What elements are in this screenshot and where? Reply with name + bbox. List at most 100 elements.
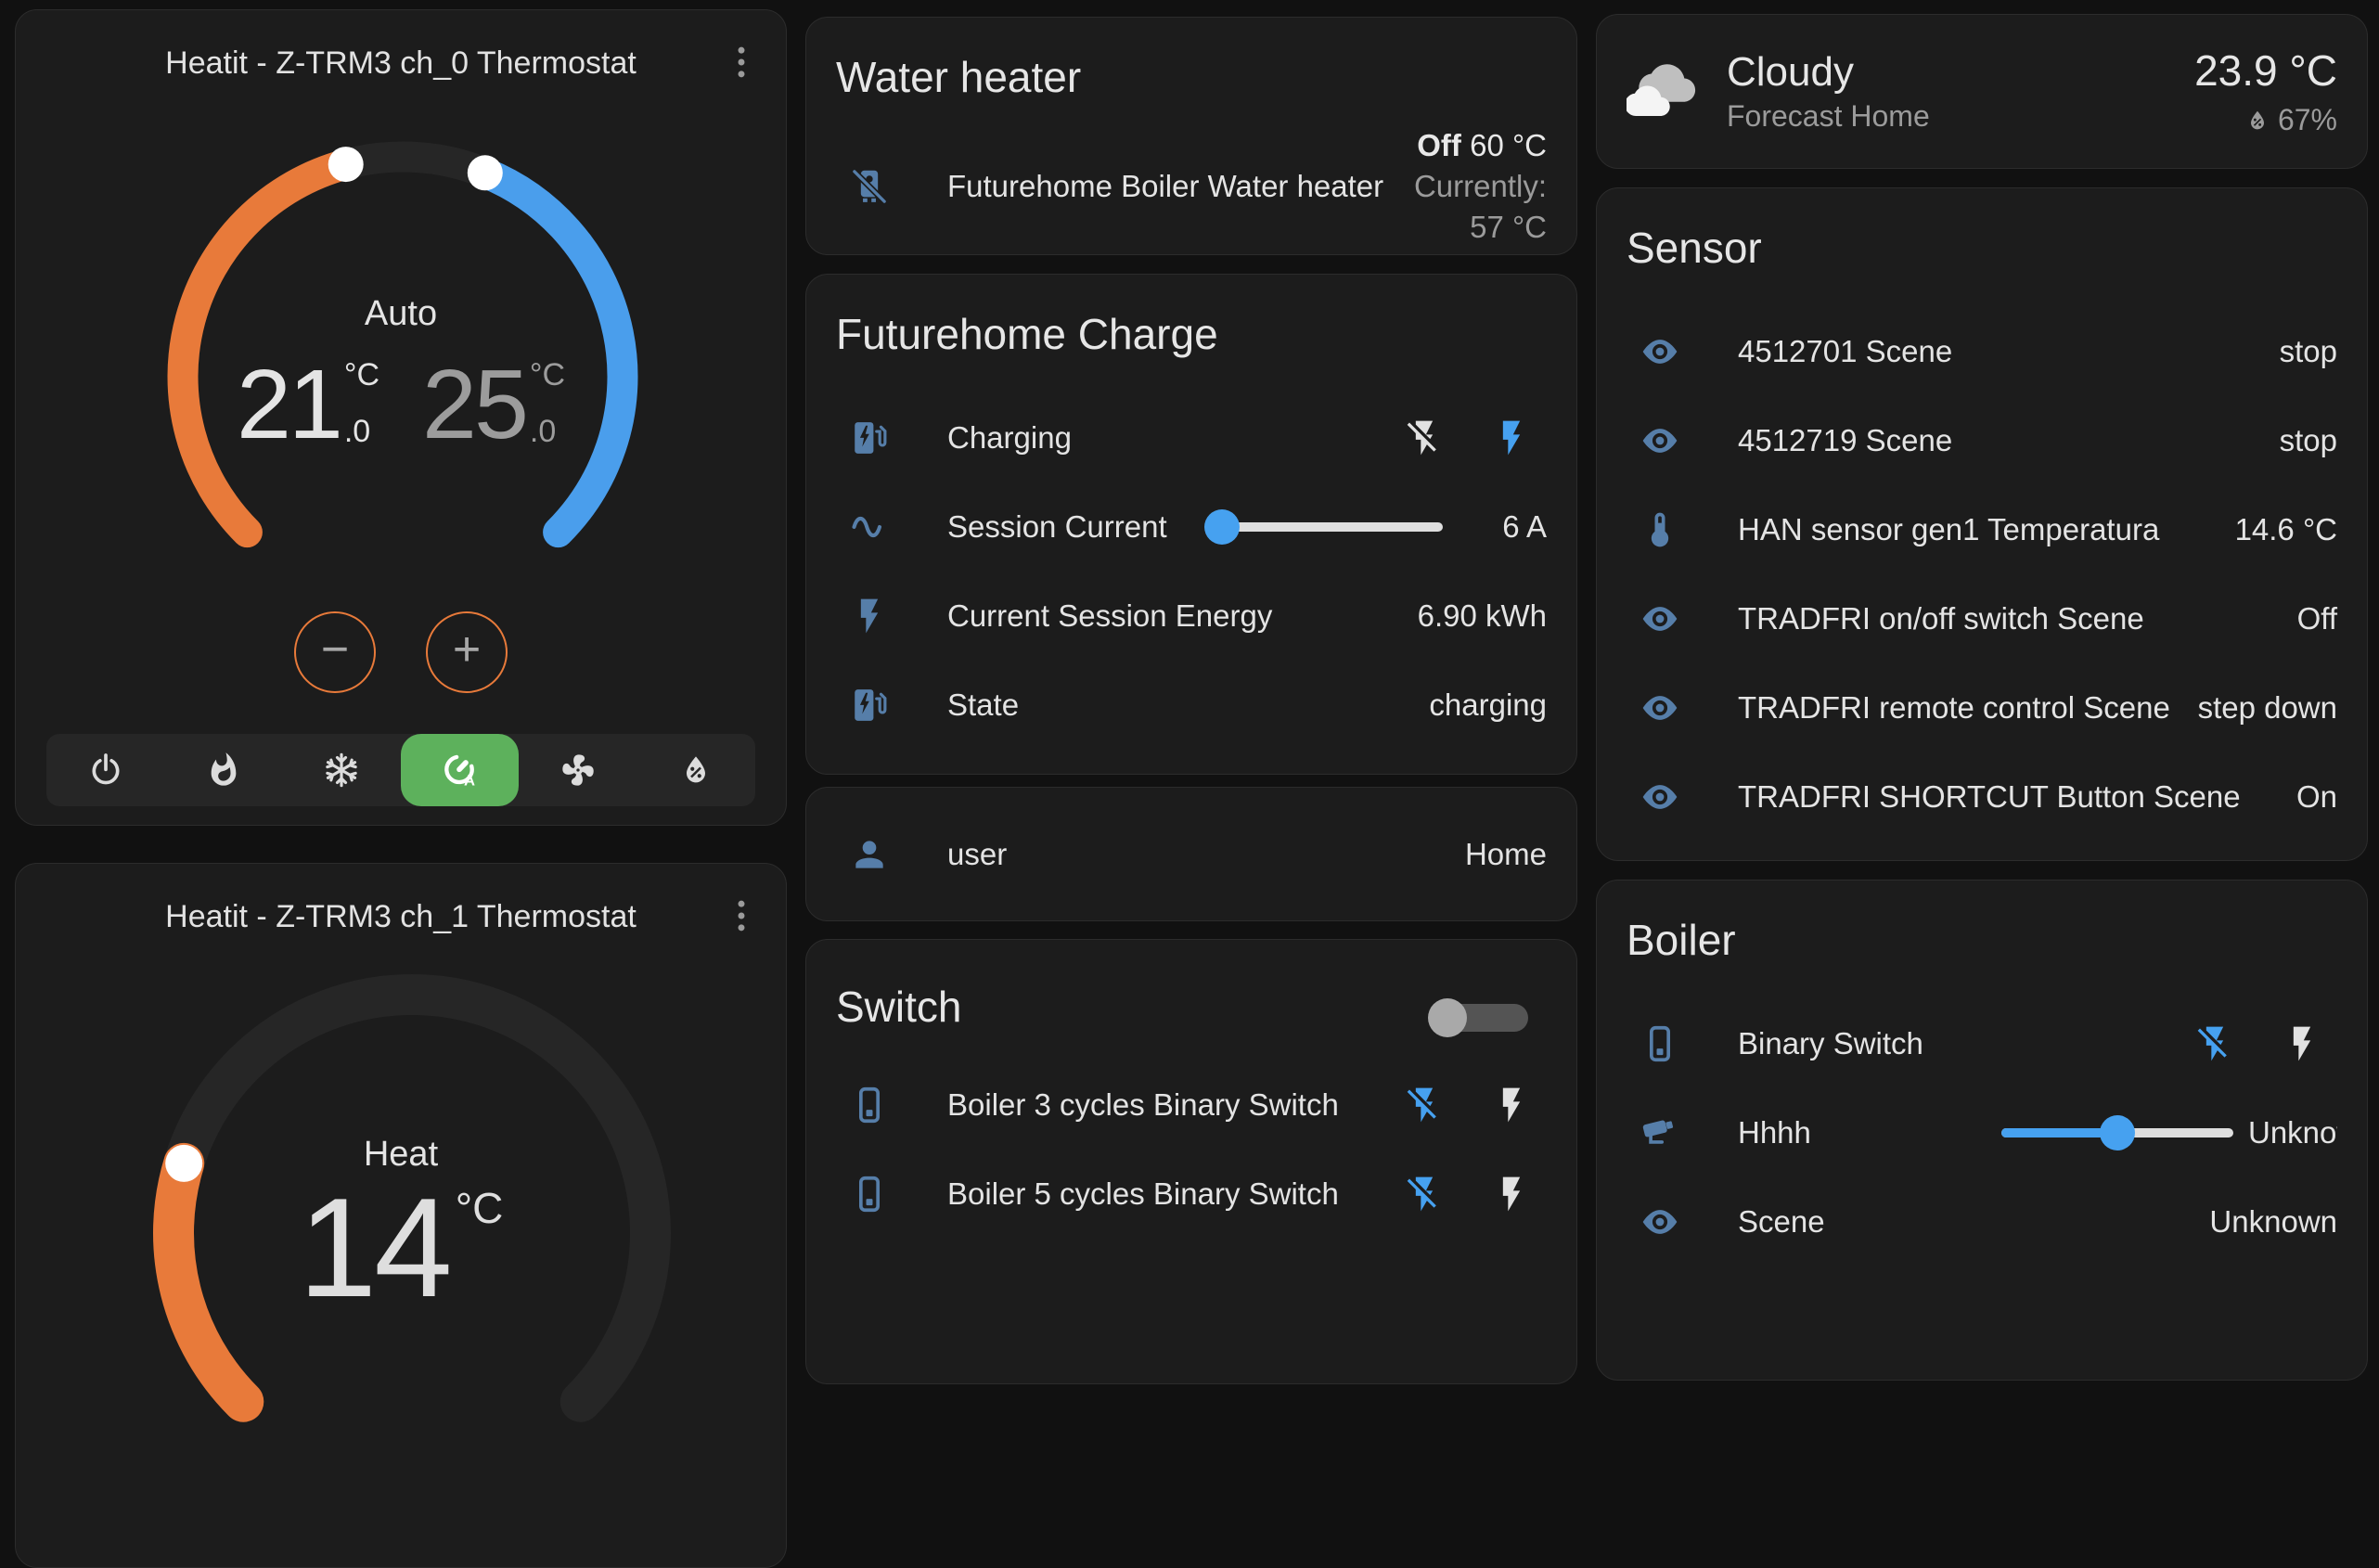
state-value: charging — [1429, 688, 1547, 723]
eye-icon — [1640, 420, 1680, 461]
hvac-mode-bar — [46, 734, 755, 806]
session-current-slider[interactable] — [1205, 522, 1443, 532]
entity-row-scene-4512701[interactable]: 4512701 Scene stop — [1597, 307, 2367, 396]
eye-icon — [1640, 331, 1680, 372]
eye-icon — [1640, 598, 1680, 639]
entity-row-tradfri-onoff[interactable]: TRADFRI on/off switch Scene Off — [1597, 574, 2367, 663]
power-icon — [87, 752, 124, 789]
temp-increase-button[interactable]: + — [426, 611, 508, 693]
water-heater-state: Off 60 °C Currently: 57 °C — [1383, 125, 1547, 248]
humidity-icon — [2244, 108, 2270, 134]
thermostat-card-ch0: Heatit - Z-TRM3 ch_0 Thermostat Auto 21 … — [15, 9, 787, 826]
mode-dry-button[interactable] — [637, 734, 755, 806]
toggle-knob[interactable] — [1428, 998, 1467, 1037]
card-title: Water heater — [806, 18, 1576, 103]
switch-device-icon — [849, 1174, 890, 1215]
water-percent-icon — [677, 752, 714, 789]
water-boiler-off-icon — [849, 166, 890, 207]
sensor-value: step down — [2198, 690, 2337, 726]
user-state-value: Home — [1465, 837, 1547, 872]
entity-row-session-energy[interactable]: Current Session Energy 6.90 kWh — [806, 572, 1576, 661]
slider-knob[interactable] — [2100, 1115, 2135, 1150]
boiler-card: Boiler Binary Switch Hhhh Unknown Scene … — [1596, 880, 2368, 1381]
flash-off-icon[interactable] — [2194, 1023, 2235, 1064]
unit: °C — [450, 1177, 504, 1318]
weather-card[interactable]: Cloudy Forecast Home 23.9 °C 67% — [1596, 14, 2368, 169]
current-ac-icon — [849, 507, 890, 547]
sensor-value: stop — [2280, 423, 2337, 458]
low-decimal: .0 — [344, 414, 379, 450]
slider-knob[interactable] — [1204, 509, 1240, 545]
entity-row-hhhh[interactable]: Hhhh Unknown — [1597, 1088, 2367, 1177]
entity-row-boiler3[interactable]: Boiler 3 cycles Binary Switch — [806, 1060, 1576, 1150]
entity-row-tradfri-remote[interactable]: TRADFRI remote control Scene step down — [1597, 663, 2367, 752]
entity-row-scene-4512719[interactable]: 4512719 Scene stop — [1597, 396, 2367, 485]
low-unit: °C — [344, 357, 379, 393]
weather-temperature: 23.9 °C — [2194, 45, 2337, 96]
fire-icon — [205, 752, 242, 789]
setpoint-temperatures: 21 °C .0 25 °C .0 — [16, 355, 786, 454]
entity-row-water-heater[interactable]: Futurehome Boiler Water heater Off 60 °C… — [806, 142, 1576, 231]
snowflake-icon — [323, 752, 360, 789]
current-temp: Currently: 57 °C — [1383, 166, 1547, 248]
switch-device-icon — [849, 1085, 890, 1125]
mode-fan-button[interactable] — [519, 734, 637, 806]
hhhh-slider[interactable] — [2001, 1128, 2233, 1137]
high-setpoint: 25 °C .0 — [422, 355, 565, 454]
high-decimal: .0 — [530, 414, 565, 450]
ev-station-icon — [849, 418, 890, 458]
entity-row-user[interactable]: user Home — [806, 810, 1576, 899]
user-card: user Home — [805, 787, 1577, 921]
flash-icon[interactable] — [2282, 1023, 2322, 1064]
card-title: Futurehome Charge — [806, 275, 1576, 360]
thermostat-auto-icon — [442, 752, 479, 789]
flash-icon[interactable] — [1491, 418, 1532, 458]
mode-auto-button[interactable] — [401, 734, 519, 806]
lightning-bolt-icon — [849, 596, 890, 636]
flash-off-icon[interactable] — [1404, 1174, 1445, 1215]
weather-subtitle: Forecast Home — [1727, 99, 1930, 134]
entity-row-charging[interactable]: Charging — [806, 393, 1576, 482]
flash-icon[interactable] — [1491, 1174, 1532, 1215]
entity-row-binary-switch[interactable]: Binary Switch — [1597, 999, 2367, 1088]
card-title: Boiler — [1597, 880, 2367, 966]
flash-off-icon[interactable] — [1404, 418, 1445, 458]
thermostat-card-ch1: Heatit - Z-TRM3 ch_1 Thermostat Heat 14 … — [15, 863, 787, 1568]
sensor-value: On — [2296, 779, 2337, 815]
entity-row-session-current[interactable]: Session Current 6 A — [806, 482, 1576, 572]
switch-device-icon — [1640, 1023, 1680, 1064]
ev-station-icon — [849, 685, 890, 726]
flash-off-icon[interactable] — [1404, 1085, 1445, 1125]
sensor-card: Sensor 4512701 Scene stop 4512719 Scene … — [1596, 187, 2368, 861]
cloudy-weather-icon — [1627, 57, 1697, 127]
cctv-icon — [1640, 1112, 1680, 1153]
entity-row-scene[interactable]: Scene Unknown — [1597, 1177, 2367, 1266]
hvac-mode-label: Auto — [16, 294, 786, 334]
entity-row-han-temperature[interactable]: HAN sensor gen1 Temperatura 14.6 °C — [1597, 485, 2367, 574]
eye-icon — [1640, 1202, 1680, 1242]
entity-row-tradfri-shortcut[interactable]: TRADFRI SHORTCUT Button Scene On — [1597, 752, 2367, 842]
temp-decrease-button[interactable]: − — [294, 611, 376, 693]
session-current-value: 6 A — [1443, 509, 1547, 545]
entity-row-boiler5[interactable]: Boiler 5 cycles Binary Switch — [806, 1150, 1576, 1239]
flash-icon[interactable] — [1491, 1085, 1532, 1125]
high-setpoint-knob[interactable] — [468, 155, 503, 190]
switch-card: Switch Boiler 3 cycles Binary Switch Boi… — [805, 939, 1577, 1384]
thermometer-icon — [1640, 509, 1680, 550]
entity-row-state[interactable]: State charging — [806, 661, 1576, 750]
fan-icon — [559, 752, 597, 789]
eye-icon — [1640, 777, 1680, 817]
setpoint-temperature: 14 °C — [16, 1177, 786, 1318]
state-text: Off — [1417, 128, 1461, 162]
mode-off-button[interactable] — [46, 734, 164, 806]
low-setpoint-knob[interactable] — [328, 147, 364, 182]
card-title: Sensor — [1597, 188, 2367, 274]
low-setpoint: 21 °C .0 — [237, 355, 379, 454]
sensor-value: stop — [2280, 334, 2337, 369]
switch-group-toggle[interactable] — [1428, 997, 1532, 1038]
weather-condition: Cloudy — [1727, 49, 1930, 96]
water-heater-card: Water heater Futurehome Boiler Water hea… — [805, 17, 1577, 255]
mode-cool-button[interactable] — [283, 734, 401, 806]
session-energy-value: 6.90 kWh — [1418, 598, 1547, 634]
mode-heat-button[interactable] — [164, 734, 282, 806]
